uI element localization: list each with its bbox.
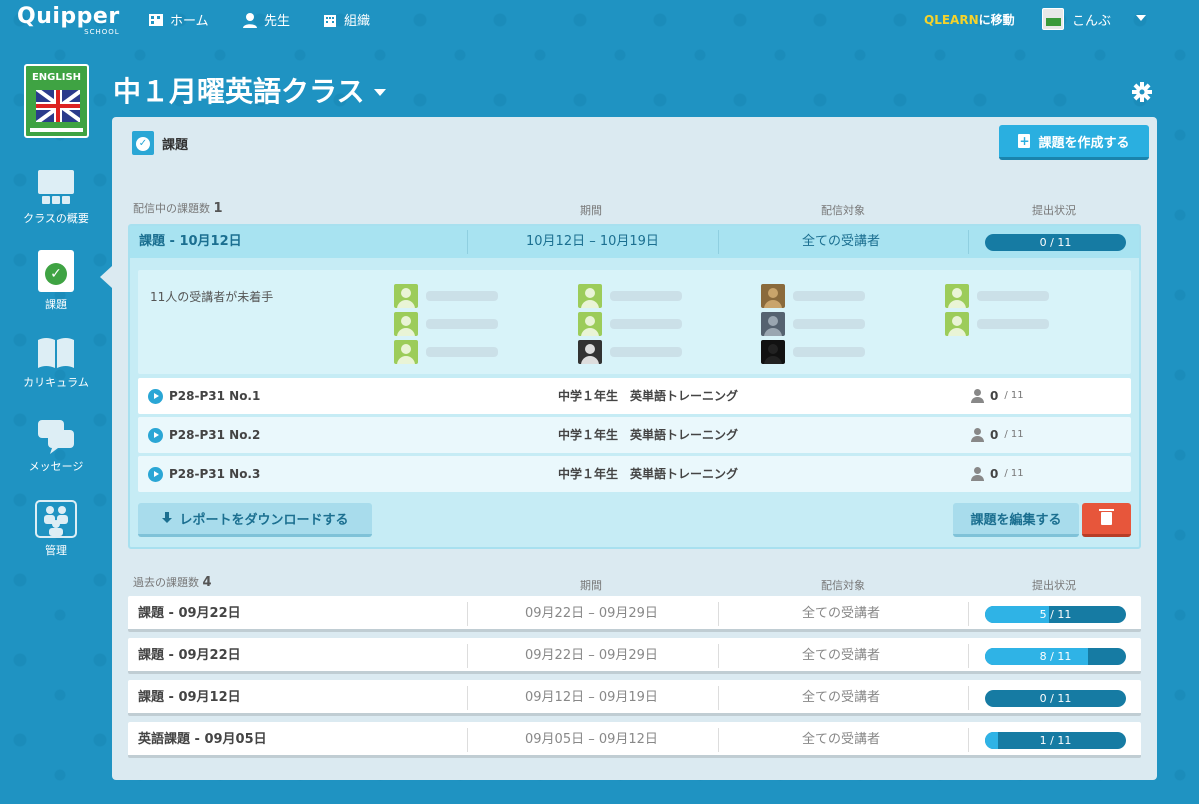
student-avatar [578, 312, 602, 336]
class-overview-icon [38, 170, 74, 204]
not-started-students: 11人の受講者が未着手 [138, 270, 1131, 374]
class-book-icon[interactable]: ENGLISH [24, 64, 89, 138]
building-icon [324, 14, 336, 27]
progress-bar: 0 / 11 [985, 234, 1126, 251]
assignment-icon: ✓ [38, 250, 74, 292]
student[interactable] [945, 312, 1049, 336]
task-row[interactable]: P28-P31 No.2 中学１年生 英単語トレーニング 0/ 11 [138, 417, 1131, 453]
active-pointer [100, 266, 112, 288]
sidebar-item-assignments[interactable]: ✓ 課題 [0, 250, 112, 312]
student-avatar [945, 284, 969, 308]
student-avatar [394, 312, 418, 336]
download-report-button[interactable]: レポートをダウンロードする [138, 503, 372, 537]
nav-home[interactable]: ホーム [148, 10, 209, 29]
message-icon [38, 420, 74, 454]
play-icon [148, 388, 163, 404]
col-period: 期間 [580, 579, 602, 592]
plus-doc-icon: + [1018, 134, 1031, 148]
panel-header: 課題 [132, 131, 188, 155]
create-assignment-button[interactable]: + 課題を作成する [999, 125, 1149, 160]
student[interactable] [578, 340, 682, 364]
active-count-label: 配信中の課題数 1 [133, 201, 223, 216]
student[interactable] [578, 312, 682, 336]
sidebar-item-admin[interactable]: 管理 [0, 500, 112, 558]
edit-assignment-button[interactable]: 課題を編集する [953, 503, 1079, 537]
student[interactable] [394, 284, 498, 308]
past-assignment-row[interactable]: 課題 - 09月12日 09月12日 – 09月19日 全ての受講者 0 / 1… [128, 680, 1141, 716]
download-icon [161, 512, 173, 525]
logo[interactable]: Quipper SCHOOL [17, 4, 120, 36]
student[interactable] [945, 284, 1049, 308]
person-icon [970, 467, 984, 481]
past-assignment-row[interactable]: 課題 - 09月22日 09月22日 – 09月29日 全ての受講者 5 / 1… [128, 596, 1141, 632]
user-menu[interactable]: こんぶ [1042, 8, 1111, 30]
past-assignment-row[interactable]: 英語課題 - 09月05日 09月05日 – 09月12日 全ての受講者 1 /… [128, 722, 1141, 758]
user-avatar [1042, 8, 1064, 30]
nav-organization[interactable]: 組織 [322, 10, 370, 29]
past-count-label: 過去の課題数 4 [133, 575, 212, 590]
play-icon [148, 466, 163, 482]
top-bar: Quipper SCHOOL ホーム 先生 組織 QLEARNに移動 こんぶ [0, 0, 1199, 40]
student-avatar [945, 312, 969, 336]
assignment-target: 全ての受講者 [802, 234, 881, 249]
student-avatar [578, 340, 602, 364]
task-row[interactable]: P28-P31 No.3 中学１年生 英単語トレーニング 0/ 11 [138, 456, 1131, 492]
assignment-period: 10月12日 – 10月19日 [526, 234, 659, 249]
student[interactable] [761, 340, 865, 364]
gear-icon[interactable] [1132, 82, 1152, 102]
active-assignment-row[interactable]: 課題 - 10月12日 10月12日 – 10月19日 全ての受講者 0 / 1… [130, 226, 1139, 258]
student-avatar [394, 340, 418, 364]
col-status: 提出状況 [1032, 204, 1076, 217]
sidebar-item-class-overview[interactable]: クラスの概要 [0, 168, 112, 226]
play-icon [148, 427, 163, 443]
student[interactable] [761, 312, 865, 336]
assignment-doc-icon [132, 131, 154, 155]
task-row[interactable]: P28-P31 No.1 中学１年生 英単語トレーニング 0/ 11 [138, 378, 1131, 414]
sidebar-item-curriculum[interactable]: カリキュラム [0, 336, 112, 390]
student-avatar [761, 340, 785, 364]
progress-bar: 0 / 11 [985, 690, 1126, 707]
col-status: 提出状況 [1032, 579, 1076, 592]
trash-icon [1099, 509, 1114, 525]
page-title: 中１月曜英語クラス [113, 75, 365, 108]
student[interactable] [394, 340, 498, 364]
assignment-name: 課題 - 10月12日 [139, 234, 242, 249]
delete-assignment-button[interactable] [1082, 503, 1131, 537]
assignments-panel: 課題 + 課題を作成する 配信中の課題数 1 期間 配信対象 提出状況 課題 -… [112, 117, 1157, 780]
uk-flag-icon [36, 90, 80, 122]
teacher-icon [243, 12, 257, 28]
class-title-dropdown[interactable]: 中１月曜英語クラス [113, 70, 387, 110]
nav-teacher[interactable]: 先生 [242, 10, 290, 29]
admin-icon [35, 500, 77, 538]
chevron-down-icon [374, 88, 387, 96]
active-assignment: 課題 - 10月12日 10月12日 – 10月19日 全ての受講者 0 / 1… [128, 224, 1141, 549]
student-avatar [578, 284, 602, 308]
not-started-label: 11人の受講者が未着手 [150, 290, 274, 304]
col-target: 配信対象 [821, 579, 865, 592]
student[interactable] [394, 312, 498, 336]
user-menu-caret-icon[interactable] [1136, 15, 1146, 21]
progress-bar: 5 / 11 [985, 606, 1126, 623]
home-icon [149, 13, 163, 26]
curriculum-icon [38, 338, 74, 368]
qlearn-link[interactable]: QLEARNに移動 [924, 11, 1015, 28]
student[interactable] [761, 284, 865, 308]
past-assignment-row[interactable]: 課題 - 09月22日 09月22日 – 09月29日 全ての受講者 8 / 1… [128, 638, 1141, 674]
progress-bar: 1 / 11 [985, 732, 1126, 749]
progress-bar: 8 / 11 [985, 648, 1126, 665]
student-avatar [761, 312, 785, 336]
person-icon [970, 428, 984, 442]
col-target: 配信対象 [821, 204, 865, 217]
col-period: 期間 [580, 204, 602, 217]
student[interactable] [578, 284, 682, 308]
sidebar-item-messages[interactable]: メッセージ [0, 418, 112, 474]
student-avatar [394, 284, 418, 308]
student-avatar [761, 284, 785, 308]
person-icon [970, 389, 984, 403]
